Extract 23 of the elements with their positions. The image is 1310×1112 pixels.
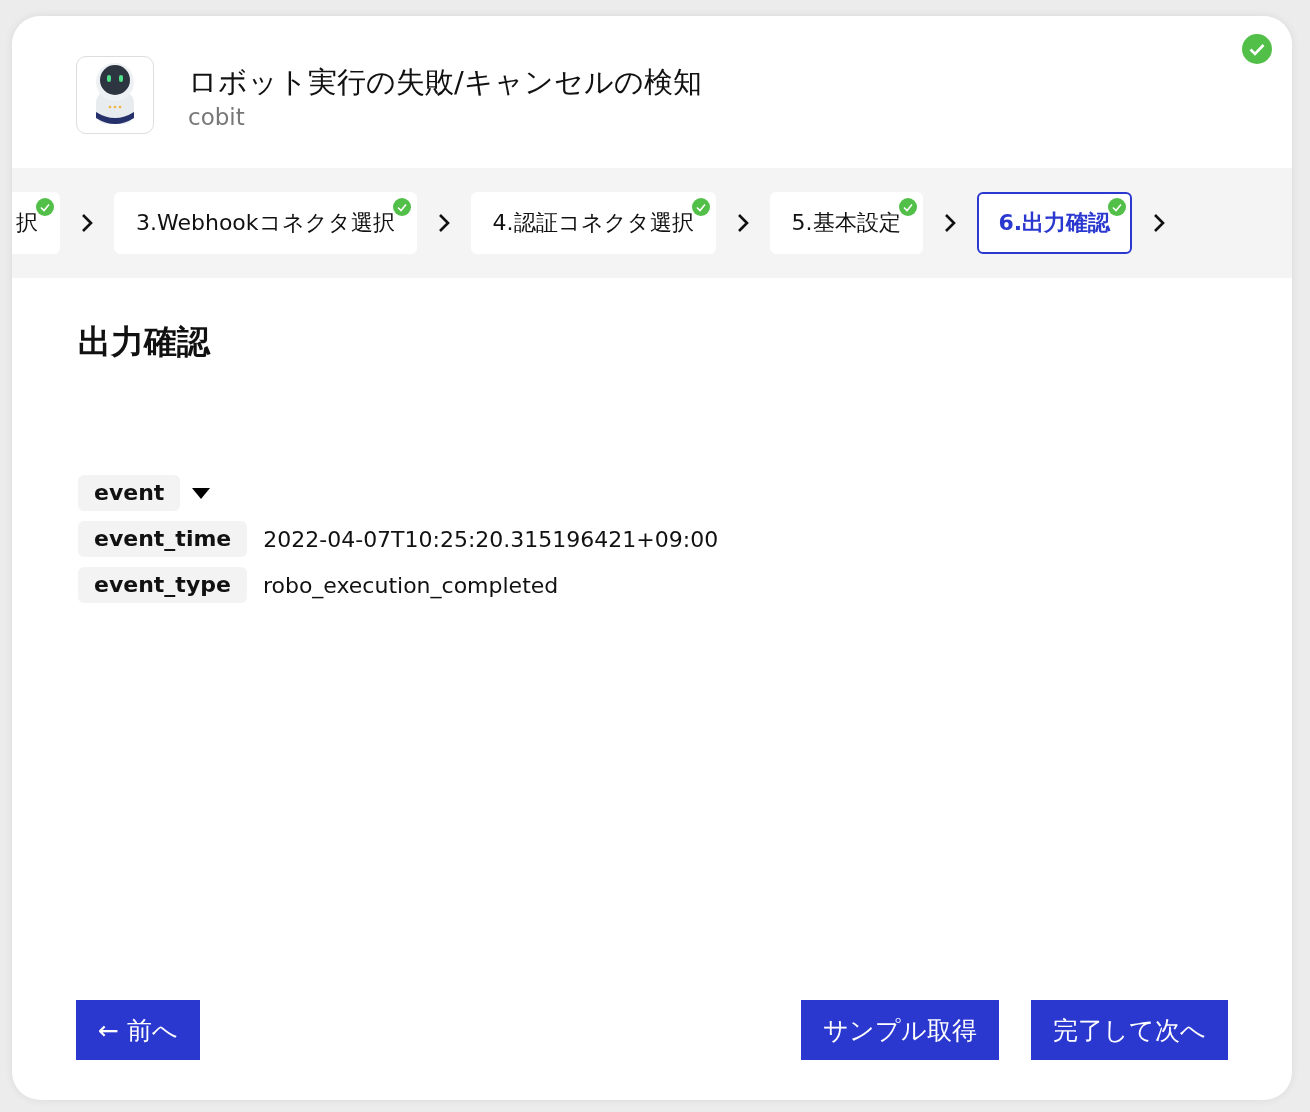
chevron-right-icon (1152, 212, 1167, 234)
app-name: cobit (188, 103, 246, 132)
back-button[interactable]: ← 前へ (76, 1000, 200, 1060)
finish-next-button[interactable]: 完了して次へ (1031, 1000, 1228, 1060)
get-sample-button[interactable]: サンプル取得 (801, 1000, 999, 1060)
dialog-title: ロボット実行の失敗/キャンセルの検知 (188, 64, 702, 101)
chevron-right-icon (436, 212, 451, 234)
field-key: event_time (78, 521, 248, 557)
caret-icon[interactable] (192, 486, 211, 500)
section-heading: 出力確認 (78, 321, 212, 363)
step-tab[interactable]: 4.認証コネクタ選択 (470, 192, 716, 254)
field-value: 2022-04-07T10:25:20.315196421+09:00 (263, 526, 719, 552)
field-value: robo_execution_completed (262, 572, 559, 598)
step-tab[interactable]: 択 (12, 192, 60, 254)
field-key: event_type (78, 567, 247, 603)
robot-logo-icon (76, 56, 154, 134)
field-key: event (78, 475, 181, 511)
step-tab[interactable]: 6.出力確認 (976, 192, 1133, 254)
step-tab[interactable]: 3.Webhookコネクタ選択 (114, 192, 417, 254)
chevron-right-icon (942, 212, 957, 234)
step-tab[interactable]: 5.基本設定 (769, 192, 923, 254)
chevron-right-icon (80, 212, 94, 234)
chevron-right-icon (735, 212, 750, 234)
